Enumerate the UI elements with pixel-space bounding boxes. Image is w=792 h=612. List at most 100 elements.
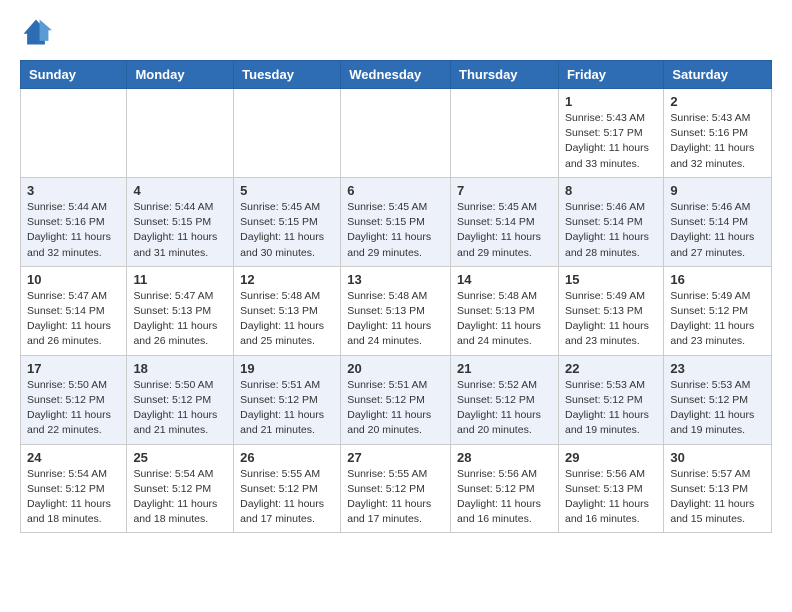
- day-number: 5: [240, 183, 334, 198]
- calendar-cell: 23Sunrise: 5:53 AM Sunset: 5:12 PM Dayli…: [664, 355, 772, 444]
- calendar-cell: 13Sunrise: 5:48 AM Sunset: 5:13 PM Dayli…: [341, 266, 451, 355]
- day-number: 23: [670, 361, 765, 376]
- calendar-cell: 11Sunrise: 5:47 AM Sunset: 5:13 PM Dayli…: [127, 266, 234, 355]
- calendar-cell: 18Sunrise: 5:50 AM Sunset: 5:12 PM Dayli…: [127, 355, 234, 444]
- calendar-cell: 10 Sunrise: 5:47 AM Sunset: 5:14 PM Dayli…: [21, 266, 127, 355]
- day-number: 25: [133, 450, 227, 465]
- week-row-4: 17 Sunrise: 5:50 AM Sunset: 5:12 PM Dayli…: [21, 355, 772, 444]
- day-number: 24: [27, 450, 120, 465]
- calendar-cell: 21 Sunrise: 5:52 AM Sunset: 5:12 PM Dayli…: [451, 355, 559, 444]
- day-number: 14: [457, 272, 552, 287]
- day-number: 22: [565, 361, 657, 376]
- day-info: Sunrise: 5:47 AM Sunset: 5:14 PM Dayligh…: [27, 289, 120, 350]
- calendar-cell: 15 Sunrise: 5:49 AM Sunset: 5:13 PM Dayli…: [558, 266, 663, 355]
- calendar-cell: 25 Sunrise: 5:54 AM Sunset: 5:12 PM Dayli…: [127, 444, 234, 533]
- day-info: Sunrise: 5:45 AM Sunset: 5:14 PM Dayligh…: [457, 200, 552, 261]
- day-number: 16: [670, 272, 765, 287]
- day-number: 6: [347, 183, 444, 198]
- day-number: 20: [347, 361, 444, 376]
- calendar-cell: 9 Sunrise: 5:46 AM Sunset: 5:14 PM Daylig…: [664, 177, 772, 266]
- day-info: Sunrise: 5:48 AM Sunset: 5:13 PM Dayligh…: [240, 289, 334, 350]
- day-number: 1: [565, 94, 657, 109]
- calendar-cell: 26 Sunrise: 5:55 AM Sunset: 5:12 PM Dayli…: [234, 444, 341, 533]
- day-info: Sunrise: 5:43 AM Sunset: 5:17 PM Dayligh…: [565, 111, 657, 172]
- day-number: 3: [27, 183, 120, 198]
- day-number: 26: [240, 450, 334, 465]
- calendar-cell: 6 Sunrise: 5:45 AM Sunset: 5:15 PM Daylig…: [341, 177, 451, 266]
- calendar-cell: 28 Sunrise: 5:56 AM Sunset: 5:12 PM Dayli…: [451, 444, 559, 533]
- calendar-cell: 7Sunrise: 5:45 AM Sunset: 5:14 PM Daylig…: [451, 177, 559, 266]
- day-info: Sunrise: 5:54 AM Sunset: 5:12 PM Dayligh…: [133, 467, 227, 528]
- day-info: Sunrise: 5:53 AM Sunset: 5:12 PM Dayligh…: [565, 378, 657, 439]
- calendar-cell: 12 Sunrise: 5:48 AM Sunset: 5:13 PM Dayli…: [234, 266, 341, 355]
- day-number: 27: [347, 450, 444, 465]
- calendar-cell: 24 Sunrise: 5:54 AM Sunset: 5:12 PM Dayli…: [21, 444, 127, 533]
- day-info: Sunrise: 5:55 AM Sunset: 5:12 PM Dayligh…: [347, 467, 444, 528]
- week-row-5: 24 Sunrise: 5:54 AM Sunset: 5:12 PM Dayli…: [21, 444, 772, 533]
- week-row-1: 1 Sunrise: 5:43 AM Sunset: 5:17 PM Daylig…: [21, 89, 772, 178]
- week-row-2: 3 Sunrise: 5:44 AM Sunset: 5:16 PM Daylig…: [21, 177, 772, 266]
- day-info: Sunrise: 5:49 AM Sunset: 5:13 PM Dayligh…: [565, 289, 657, 350]
- day-number: 12: [240, 272, 334, 287]
- calendar-cell: [127, 89, 234, 178]
- weekday-header-row: SundayMondayTuesdayWednesdayThursdayFrid…: [21, 61, 772, 89]
- calendar-cell: 2 Sunrise: 5:43 AM Sunset: 5:16 PM Daylig…: [664, 89, 772, 178]
- calendar-cell: 30Sunrise: 5:57 AM Sunset: 5:13 PM Dayli…: [664, 444, 772, 533]
- day-info: Sunrise: 5:44 AM Sunset: 5:15 PM Dayligh…: [133, 200, 227, 261]
- day-number: 15: [565, 272, 657, 287]
- day-number: 29: [565, 450, 657, 465]
- day-info: Sunrise: 5:52 AM Sunset: 5:12 PM Dayligh…: [457, 378, 552, 439]
- day-info: Sunrise: 5:56 AM Sunset: 5:13 PM Dayligh…: [565, 467, 657, 528]
- calendar-cell: [341, 89, 451, 178]
- calendar-cell: 20Sunrise: 5:51 AM Sunset: 5:12 PM Dayli…: [341, 355, 451, 444]
- day-number: 4: [133, 183, 227, 198]
- calendar-cell: 22 Sunrise: 5:53 AM Sunset: 5:12 PM Dayli…: [558, 355, 663, 444]
- calendar-cell: 5 Sunrise: 5:45 AM Sunset: 5:15 PM Daylig…: [234, 177, 341, 266]
- day-info: Sunrise: 5:49 AM Sunset: 5:12 PM Dayligh…: [670, 289, 765, 350]
- day-number: 21: [457, 361, 552, 376]
- day-info: Sunrise: 5:45 AM Sunset: 5:15 PM Dayligh…: [240, 200, 334, 261]
- logo: [20, 16, 56, 48]
- calendar-cell: [234, 89, 341, 178]
- day-info: Sunrise: 5:46 AM Sunset: 5:14 PM Dayligh…: [670, 200, 765, 261]
- day-info: Sunrise: 5:44 AM Sunset: 5:16 PM Dayligh…: [27, 200, 120, 261]
- weekday-header-friday: Friday: [558, 61, 663, 89]
- day-info: Sunrise: 5:57 AM Sunset: 5:13 PM Dayligh…: [670, 467, 765, 528]
- calendar-cell: 16 Sunrise: 5:49 AM Sunset: 5:12 PM Dayli…: [664, 266, 772, 355]
- day-info: Sunrise: 5:45 AM Sunset: 5:15 PM Dayligh…: [347, 200, 444, 261]
- day-info: Sunrise: 5:51 AM Sunset: 5:12 PM Dayligh…: [240, 378, 334, 439]
- day-info: Sunrise: 5:50 AM Sunset: 5:12 PM Dayligh…: [27, 378, 120, 439]
- day-info: Sunrise: 5:56 AM Sunset: 5:12 PM Dayligh…: [457, 467, 552, 528]
- day-info: Sunrise: 5:55 AM Sunset: 5:12 PM Dayligh…: [240, 467, 334, 528]
- day-info: Sunrise: 5:43 AM Sunset: 5:16 PM Dayligh…: [670, 111, 765, 172]
- calendar-cell: 29 Sunrise: 5:56 AM Sunset: 5:13 PM Dayli…: [558, 444, 663, 533]
- day-number: 9: [670, 183, 765, 198]
- calendar-cell: 3 Sunrise: 5:44 AM Sunset: 5:16 PM Daylig…: [21, 177, 127, 266]
- calendar-cell: 14 Sunrise: 5:48 AM Sunset: 5:13 PM Dayli…: [451, 266, 559, 355]
- weekday-header-thursday: Thursday: [451, 61, 559, 89]
- calendar: SundayMondayTuesdayWednesdayThursdayFrid…: [20, 60, 772, 533]
- calendar-cell: [21, 89, 127, 178]
- day-number: 10: [27, 272, 120, 287]
- calendar-cell: 27 Sunrise: 5:55 AM Sunset: 5:12 PM Dayli…: [341, 444, 451, 533]
- day-number: 13: [347, 272, 444, 287]
- day-number: 19: [240, 361, 334, 376]
- day-info: Sunrise: 5:54 AM Sunset: 5:12 PM Dayligh…: [27, 467, 120, 528]
- calendar-cell: 8Sunrise: 5:46 AM Sunset: 5:14 PM Daylig…: [558, 177, 663, 266]
- weekday-header-saturday: Saturday: [664, 61, 772, 89]
- calendar-cell: 17 Sunrise: 5:50 AM Sunset: 5:12 PM Dayli…: [21, 355, 127, 444]
- weekday-header-wednesday: Wednesday: [341, 61, 451, 89]
- logo-icon: [20, 16, 52, 48]
- calendar-cell: 4 Sunrise: 5:44 AM Sunset: 5:15 PM Daylig…: [127, 177, 234, 266]
- day-number: 28: [457, 450, 552, 465]
- day-info: Sunrise: 5:47 AM Sunset: 5:13 PM Dayligh…: [133, 289, 227, 350]
- day-number: 18: [133, 361, 227, 376]
- header: [20, 16, 772, 48]
- weekday-header-tuesday: Tuesday: [234, 61, 341, 89]
- week-row-3: 10 Sunrise: 5:47 AM Sunset: 5:14 PM Dayli…: [21, 266, 772, 355]
- day-number: 17: [27, 361, 120, 376]
- day-number: 2: [670, 94, 765, 109]
- weekday-header-sunday: Sunday: [21, 61, 127, 89]
- day-info: Sunrise: 5:46 AM Sunset: 5:14 PM Dayligh…: [565, 200, 657, 261]
- day-info: Sunrise: 5:48 AM Sunset: 5:13 PM Dayligh…: [457, 289, 552, 350]
